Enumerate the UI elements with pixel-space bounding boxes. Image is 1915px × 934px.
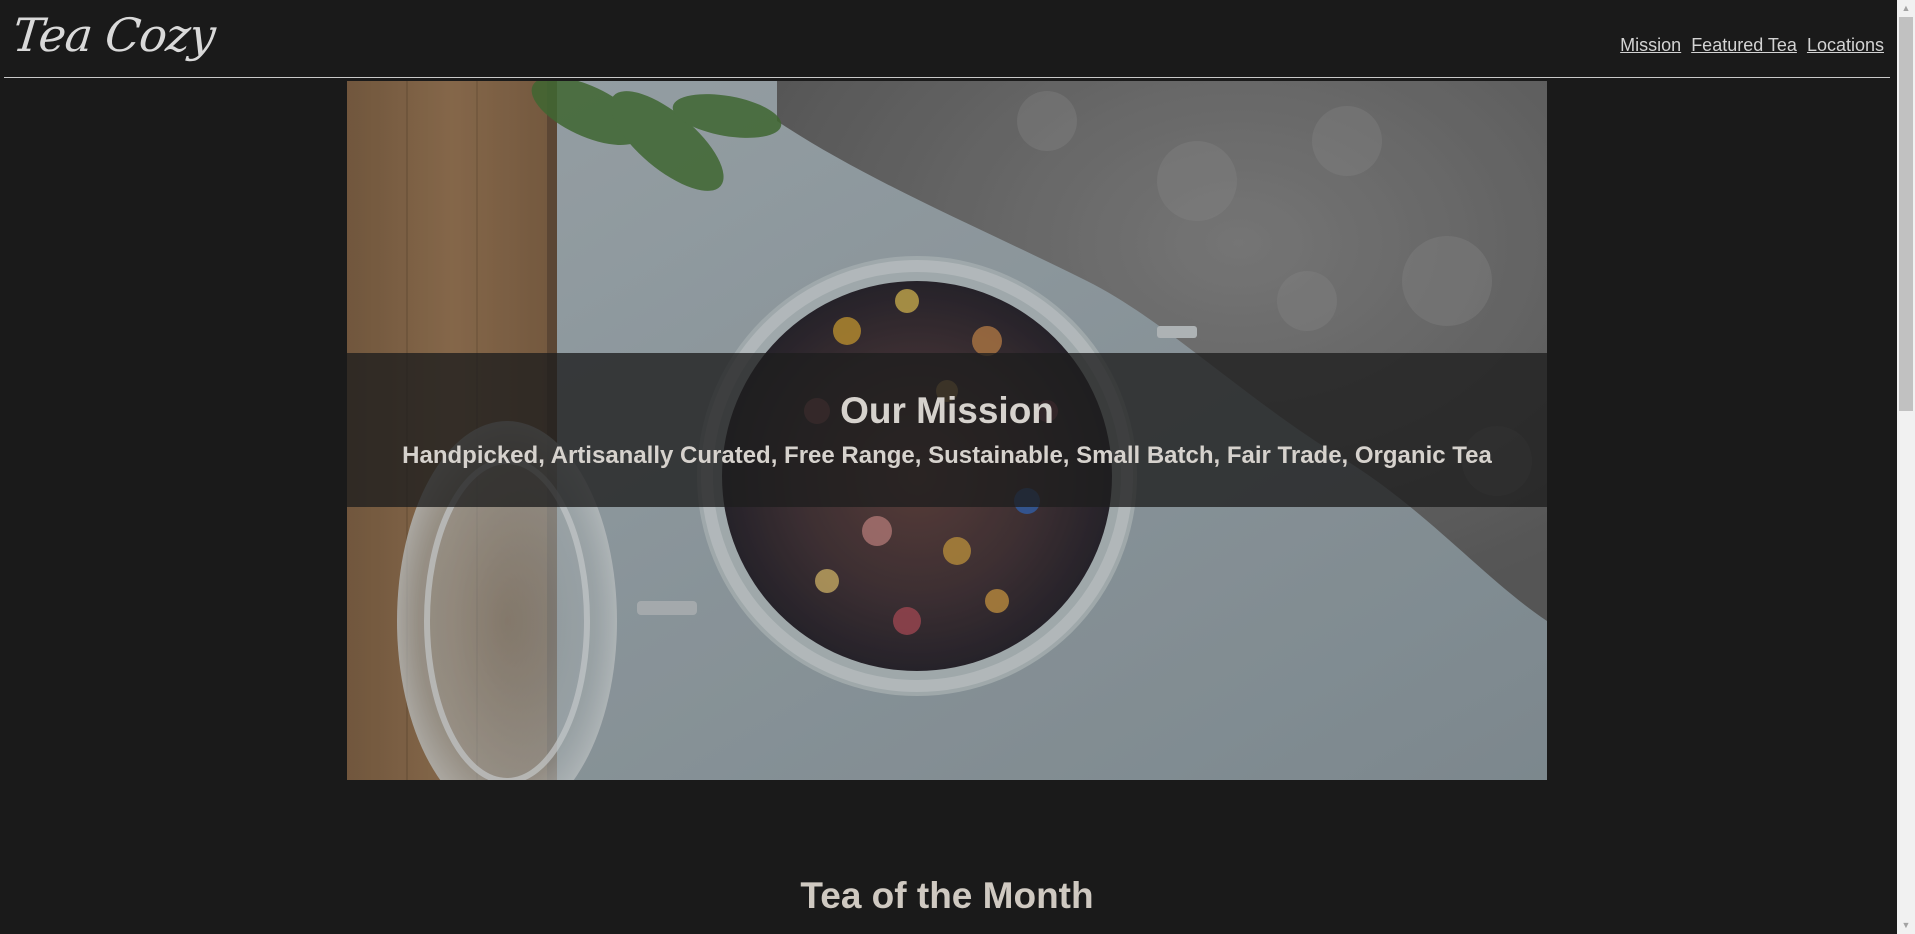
tea-of-month-heading: Tea of the Month <box>800 875 1094 916</box>
site-header: Tea Cozy Mission Featured Tea Locations <box>4 2 1890 78</box>
mission-text: Handpicked, Artisanally Curated, Free Ra… <box>402 441 1492 469</box>
nav-link-featured-tea[interactable]: Featured Tea <box>1691 35 1797 56</box>
page-viewport: Tea Cozy Mission Featured Tea Locations <box>0 0 1897 934</box>
main-nav: Mission Featured Tea Locations <box>1620 35 1884 56</box>
mission-banner: Our Mission Handpicked, Artisanally Cura… <box>347 353 1547 507</box>
logo[interactable]: Tea Cozy <box>10 8 217 62</box>
triangle-down-icon[interactable]: ▼ <box>1897 917 1915 934</box>
nav-link-locations[interactable]: Locations <box>1807 35 1884 56</box>
nav-link-mission[interactable]: Mission <box>1620 35 1681 56</box>
hero-section: Our Mission Handpicked, Artisanally Cura… <box>347 81 1547 780</box>
triangle-up-icon[interactable]: ▲ <box>1897 0 1915 17</box>
scrollbar-thumb[interactable] <box>1899 17 1913 411</box>
mission-title: Our Mission <box>840 390 1054 431</box>
vertical-scrollbar[interactable]: ▲ ▼ <box>1897 0 1915 934</box>
